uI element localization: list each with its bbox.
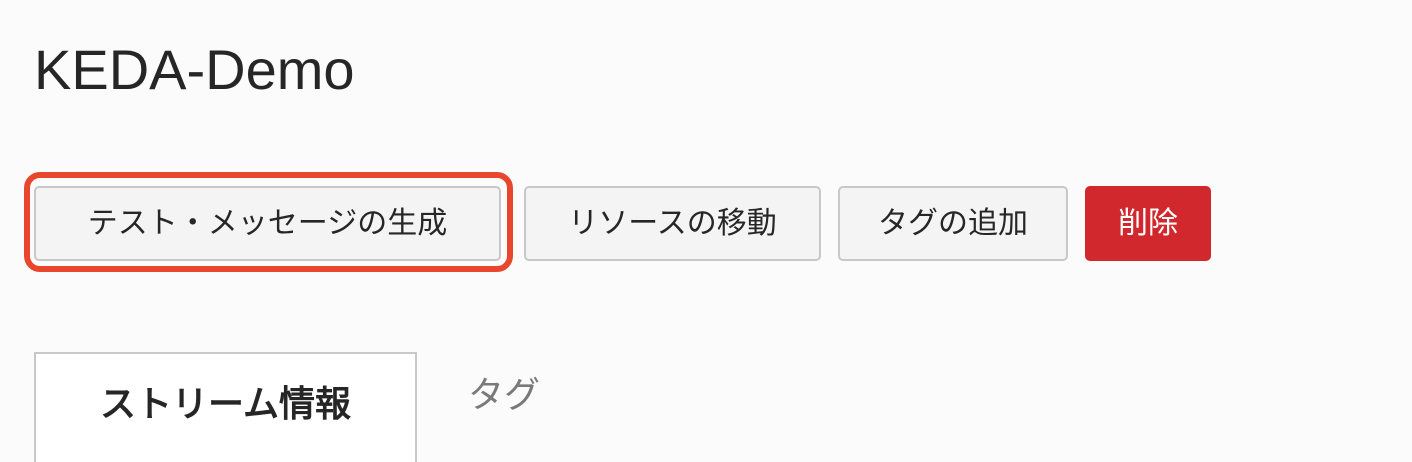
- generate-test-message-button[interactable]: テスト・メッセージの生成: [34, 186, 501, 261]
- tab-stream-info[interactable]: ストリーム情報: [34, 352, 417, 462]
- tab-tags[interactable]: タグ: [468, 366, 540, 426]
- move-resource-button[interactable]: リソースの移動: [524, 186, 821, 261]
- page-title: KEDA-Demo: [34, 38, 355, 101]
- add-tag-button[interactable]: タグの追加: [838, 186, 1068, 261]
- delete-button[interactable]: 削除: [1085, 186, 1211, 261]
